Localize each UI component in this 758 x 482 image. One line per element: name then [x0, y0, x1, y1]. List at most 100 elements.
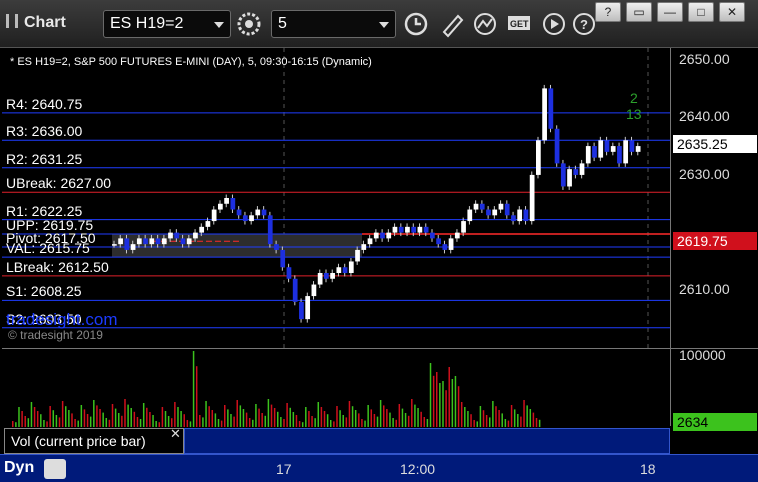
level-label: R4: 2640.75: [6, 95, 83, 112]
candle: [311, 284, 317, 297]
candle: [143, 238, 148, 245]
price-chart[interactable]: * ES H19=2, S&P 500 FUTURES E-MINI (DAY)…: [2, 48, 670, 348]
volume-bar: [258, 408, 260, 427]
volume-bar: [361, 419, 363, 427]
candle: [305, 296, 311, 320]
xtick-17: 17: [276, 461, 292, 477]
volume-bar: [89, 416, 92, 427]
volume-bar: [495, 406, 497, 427]
candle: [161, 238, 167, 245]
minimize-button[interactable]: —: [657, 2, 683, 22]
volume-bar: [470, 414, 472, 427]
symbol-value: ES H19=2: [110, 15, 184, 32]
grip-icon[interactable]: [6, 14, 18, 28]
price-axis[interactable]: 2650.00 2640.00 2630.00 2610.00 2635.25 261…: [670, 48, 758, 348]
volume-bar: [520, 416, 522, 427]
candle: [292, 278, 298, 302]
clock-icon[interactable]: [402, 10, 432, 38]
volume-bar: [370, 409, 373, 427]
volume-bar: [236, 400, 238, 427]
candle: [598, 140, 604, 158]
annotation-bottom: 13: [626, 106, 642, 122]
volume-bar: [99, 409, 101, 427]
volume-bar: [535, 418, 538, 427]
volume-chart[interactable]: [2, 348, 670, 427]
volume-bar: [202, 417, 204, 427]
candle: [610, 146, 616, 152]
volume-bar: [208, 406, 210, 427]
indicator-icon[interactable]: [472, 10, 502, 38]
candle: [299, 301, 304, 320]
gear-icon[interactable]: [234, 10, 264, 38]
volume-bar: [270, 404, 273, 427]
volume-bar: [392, 418, 394, 427]
volume-bar: [93, 400, 95, 427]
volume-bar: [489, 417, 491, 427]
get-data-icon[interactable]: GET: [506, 10, 536, 38]
close-button[interactable]: ✕: [719, 2, 745, 22]
dynamic-mode[interactable]: Dyn: [4, 459, 34, 477]
volume-bar: [423, 417, 426, 427]
volume-bar: [523, 400, 525, 427]
last-price-tag: 2635.25: [673, 135, 757, 153]
volume-bar: [454, 376, 457, 427]
play-icon[interactable]: [540, 10, 570, 38]
price-chart-svg: [2, 48, 670, 348]
volume-bar: [33, 407, 36, 427]
symbol-combo[interactable]: ES H19=2: [103, 10, 231, 38]
volume-bar: [358, 413, 360, 427]
volume-bar: [507, 420, 510, 427]
lock-icon[interactable]: [44, 459, 66, 479]
watermark-sub: © tradesight 2019: [8, 328, 103, 342]
volume-bar: [298, 421, 301, 427]
restore-small-button[interactable]: ▭: [626, 2, 652, 22]
volume-bar: [245, 412, 248, 427]
volume-bar: [136, 417, 139, 427]
candle: [567, 169, 572, 187]
candle: [124, 238, 130, 250]
volume-bar: [189, 421, 192, 427]
candle: [224, 198, 229, 204]
volume-bar: [442, 381, 444, 427]
volume-bar: [49, 406, 51, 427]
volume-bar: [111, 404, 114, 427]
chevron-down-icon[interactable]: [214, 22, 224, 28]
interval-combo[interactable]: 5: [271, 10, 396, 38]
volume-bar: [233, 416, 235, 427]
volume-bar: [464, 407, 466, 427]
candle: [554, 128, 560, 164]
volume-panel-label[interactable]: Vol (current price bar): [4, 428, 184, 454]
volume-bar: [314, 418, 316, 427]
volume-bar: [498, 410, 500, 427]
volume-bar: [482, 410, 485, 427]
volume-bar: [46, 421, 48, 427]
candle: [342, 267, 348, 273]
help-button[interactable]: ?: [595, 2, 621, 22]
maximize-button[interactable]: □: [688, 2, 714, 22]
volume-bar: [513, 409, 516, 427]
volume-bar: [108, 419, 111, 427]
volume-tick: 100000: [679, 347, 726, 363]
watermark: tradesight.com: [6, 310, 118, 329]
pencil-icon[interactable]: [438, 10, 468, 38]
annotation-top: 2: [630, 90, 638, 106]
volume-bar: [36, 411, 39, 427]
volume-bar: [121, 415, 123, 427]
candle: [336, 267, 342, 273]
volume-bar: [248, 418, 251, 427]
volume-bar: [432, 375, 435, 427]
close-icon[interactable]: ✕: [170, 426, 181, 442]
volume-bar: [161, 407, 164, 427]
volume-bar: [311, 416, 313, 427]
candle: [442, 244, 448, 250]
time-axis: Dyn 17 12:00 18: [0, 454, 758, 482]
volume-bar: [301, 422, 304, 427]
chevron-down-icon[interactable]: [379, 22, 389, 28]
volume-bar: [142, 403, 145, 427]
candle: [168, 232, 173, 239]
volume-bar: [386, 409, 388, 427]
volume-bar: [333, 421, 335, 427]
xtick-18: 18: [640, 461, 656, 477]
volume-bar: [426, 419, 429, 427]
candle: [529, 174, 535, 222]
